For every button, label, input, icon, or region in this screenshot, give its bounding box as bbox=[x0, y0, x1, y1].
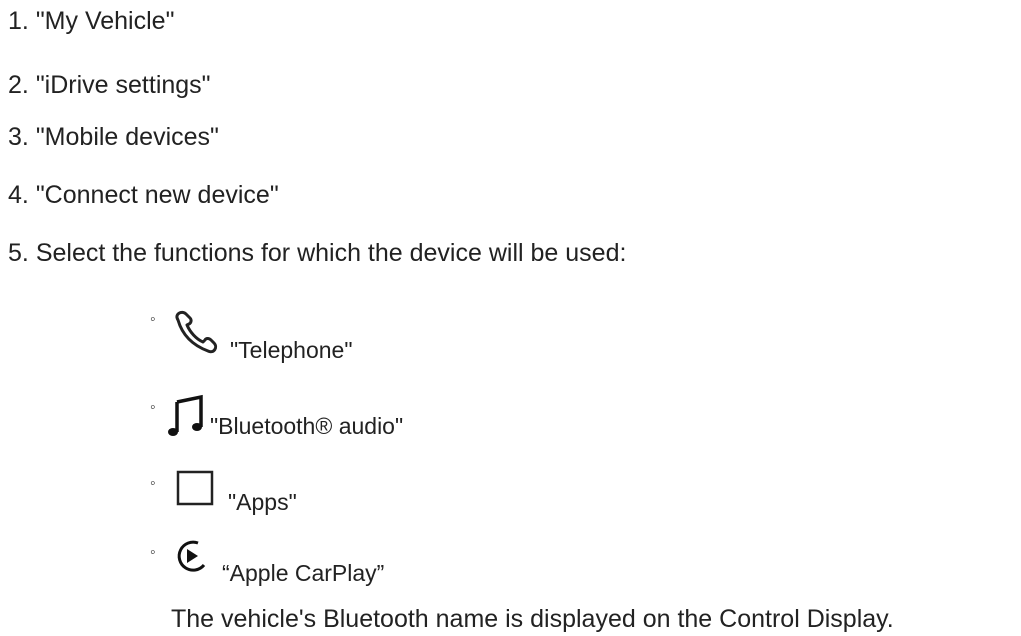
function-item-bluetooth-audio: ◦ "Bluetooth® audio" bbox=[150, 394, 750, 460]
step-number: 5. bbox=[8, 239, 29, 267]
list-bullet: ◦ bbox=[150, 311, 156, 328]
function-item-apple-carplay: ◦ “Apple CarPlay” bbox=[150, 540, 750, 605]
step-4: 4. "Connect new device" bbox=[8, 180, 279, 210]
function-item-telephone: ◦ "Telephone" bbox=[150, 310, 750, 372]
music-note-icon bbox=[168, 394, 203, 436]
list-bullet: ◦ bbox=[150, 399, 156, 416]
list-bullet: ◦ bbox=[150, 475, 156, 492]
list-bullet: ◦ bbox=[150, 544, 156, 561]
function-label: "Bluetooth® audio" bbox=[210, 413, 404, 439]
step-text: "Connect new device" bbox=[35, 181, 279, 209]
step-number: 4. bbox=[8, 181, 29, 209]
function-label: "Apps" bbox=[228, 489, 297, 515]
step-2: 2. "iDrive settings" bbox=[8, 70, 211, 100]
info-note: The vehicle's Bluetooth name is displaye… bbox=[171, 605, 894, 633]
step-3: 3. "Mobile devices" bbox=[8, 122, 219, 152]
step-1: 1. "My Vehicle" bbox=[8, 6, 174, 36]
step-text: "Mobile devices" bbox=[35, 123, 219, 151]
step-text: "iDrive settings" bbox=[35, 71, 211, 99]
step-text: "My Vehicle" bbox=[35, 7, 175, 35]
step-number: 3. bbox=[8, 123, 29, 151]
apps-square-icon bbox=[176, 470, 214, 506]
step-number: 1. bbox=[8, 7, 29, 35]
telephone-icon bbox=[175, 310, 218, 354]
function-item-apps: ◦ "Apps" bbox=[150, 470, 750, 536]
function-label: “Apple CarPlay” bbox=[222, 560, 385, 586]
play-circle-icon bbox=[177, 540, 206, 572]
step-number: 2. bbox=[8, 71, 29, 99]
step-5: 5. Select the functions for which the de… bbox=[8, 238, 626, 268]
step-text: Select the functions for which the devic… bbox=[35, 239, 627, 267]
function-label: "Telephone" bbox=[230, 337, 353, 363]
